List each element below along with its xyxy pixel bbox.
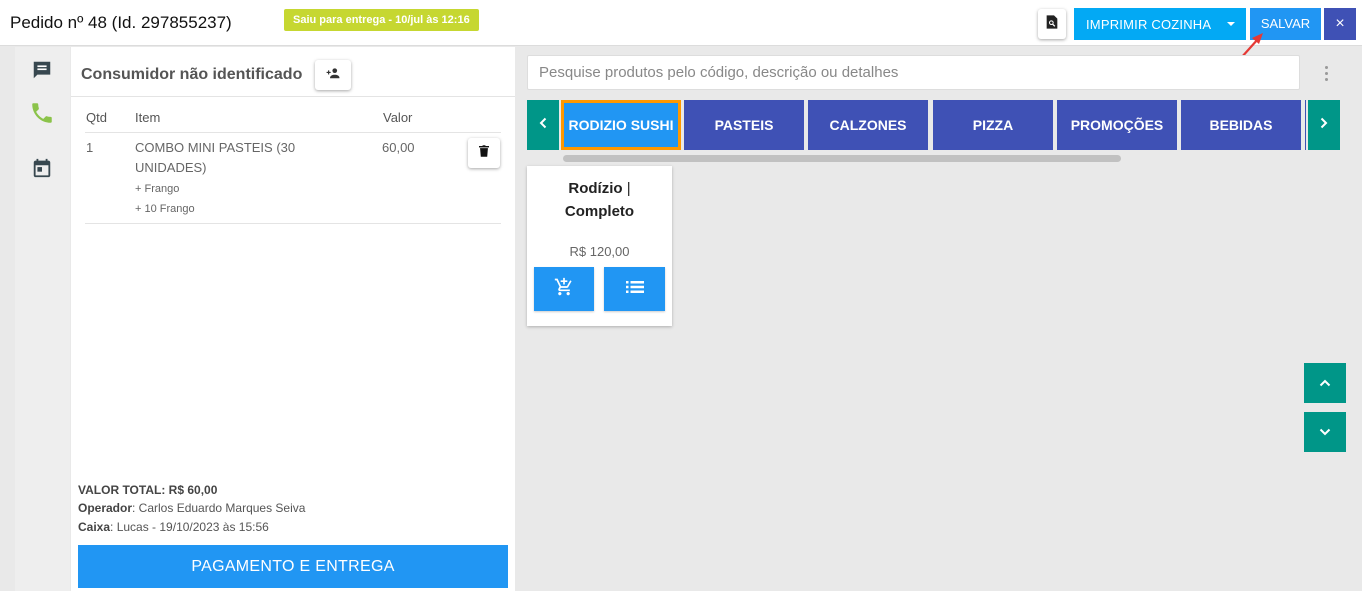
tab-more[interactable] (1305, 100, 1306, 150)
tab-calzones[interactable]: CALZONES (808, 100, 928, 150)
trash-icon (479, 144, 489, 162)
left-rail (15, 47, 70, 591)
total-line: VALOR TOTAL: R$ 60,00 (78, 483, 217, 497)
header-divider (85, 132, 501, 133)
tab-pasteis[interactable]: PASTEIS (684, 100, 804, 150)
payment-delivery-button[interactable]: PAGAMENTO E ENTREGA (78, 545, 508, 588)
item-name-line2: UNIDADES) (135, 160, 207, 175)
categories-prev-button[interactable] (527, 100, 559, 150)
list-icon (625, 280, 644, 298)
column-header-qty: Qtd (86, 110, 107, 125)
order-title: Pedido nº 48 (Id. 297855237) (10, 13, 232, 32)
print-preview-icon (1044, 14, 1060, 35)
column-header-item: Item (135, 110, 161, 125)
close-button[interactable]: × (1324, 8, 1356, 40)
scroll-down-button[interactable] (1304, 412, 1346, 452)
operator-label: Operador (78, 501, 133, 515)
tab-promocoes[interactable]: PROMOÇÕES (1057, 100, 1177, 150)
categories-next-button[interactable] (1308, 100, 1340, 150)
consumer-title: Consumidor não identificado (81, 66, 303, 83)
item-name-line1: COMBO MINI PASTEIS (30 (135, 140, 296, 155)
scroll-up-button[interactable] (1304, 363, 1346, 403)
delete-item-button[interactable] (468, 138, 500, 168)
cashier-label: Caixa (78, 520, 111, 534)
calendar-icon[interactable] (29, 155, 55, 181)
product-name-part1: Rodízio (568, 180, 623, 197)
product-name: Rodízio | Completo (527, 177, 672, 223)
tab-pizza[interactable]: PIZZA (933, 100, 1053, 150)
print-kitchen-label: IMPRIMIR COZINHA (1086, 17, 1212, 32)
item-qty: 1 (86, 140, 94, 155)
top-bar: Pedido nº 48 (Id. 297855237) Saiu para e… (0, 0, 1362, 59)
total-label: VALOR TOTAL: (78, 483, 166, 497)
phone-icon[interactable] (29, 100, 55, 126)
item-value: 60,00 (382, 140, 415, 155)
chevron-left-icon (539, 116, 547, 134)
row-divider (85, 223, 501, 224)
status-badge: Saiu para entrega - 10/jul às 12:16 (284, 9, 479, 31)
operator-value: : Carlos Eduardo Marques Seiva (132, 501, 306, 515)
product-details-button[interactable] (604, 267, 665, 311)
print-kitchen-button[interactable]: IMPRIMIR COZINHA (1074, 8, 1246, 40)
more-options-icon[interactable] (1318, 63, 1334, 83)
add-to-cart-button[interactable] (534, 267, 594, 311)
product-name-part2: Completo (564, 203, 635, 220)
add-cart-icon (554, 277, 574, 302)
operator-line: Operador: Carlos Eduardo Marques Seiva (78, 501, 305, 515)
chevron-down-icon (1319, 423, 1331, 441)
chat-icon[interactable] (29, 57, 55, 83)
chevron-up-icon (1319, 374, 1331, 392)
cashier-value: : Lucas - 19/10/2023 às 15:56 (110, 520, 269, 534)
total-value: R$ 60,00 (168, 483, 218, 497)
item-addon: + 10 Frango (135, 203, 195, 215)
product-search-input[interactable] (527, 55, 1300, 90)
tab-bebidas[interactable]: BEBIDAS (1181, 100, 1301, 150)
product-name-separator: | (626, 180, 631, 197)
panel-divider (71, 96, 515, 97)
product-card: Rodízio | Completo R$ 120,00 (527, 166, 672, 326)
tab-rodizio-sushi[interactable]: RODIZIO SUSHI (561, 100, 681, 150)
category-tabs: RODIZIO SUSHI PASTEIS CALZONES PIZZA PRO… (560, 100, 1306, 150)
add-person-icon (326, 66, 340, 84)
column-header-value: Valor (383, 110, 413, 125)
print-preview-button[interactable] (1038, 9, 1066, 39)
cashier-line: Caixa: Lucas - 19/10/2023 às 15:56 (78, 520, 269, 534)
add-consumer-button[interactable] (315, 60, 351, 90)
chevron-right-icon (1320, 116, 1328, 134)
product-price: R$ 120,00 (569, 244, 630, 259)
order-panel: Consumidor não identificado Qtd Item Val… (71, 47, 515, 591)
category-scrollbar[interactable] (563, 155, 1121, 162)
item-addon: + Frango (135, 183, 180, 195)
